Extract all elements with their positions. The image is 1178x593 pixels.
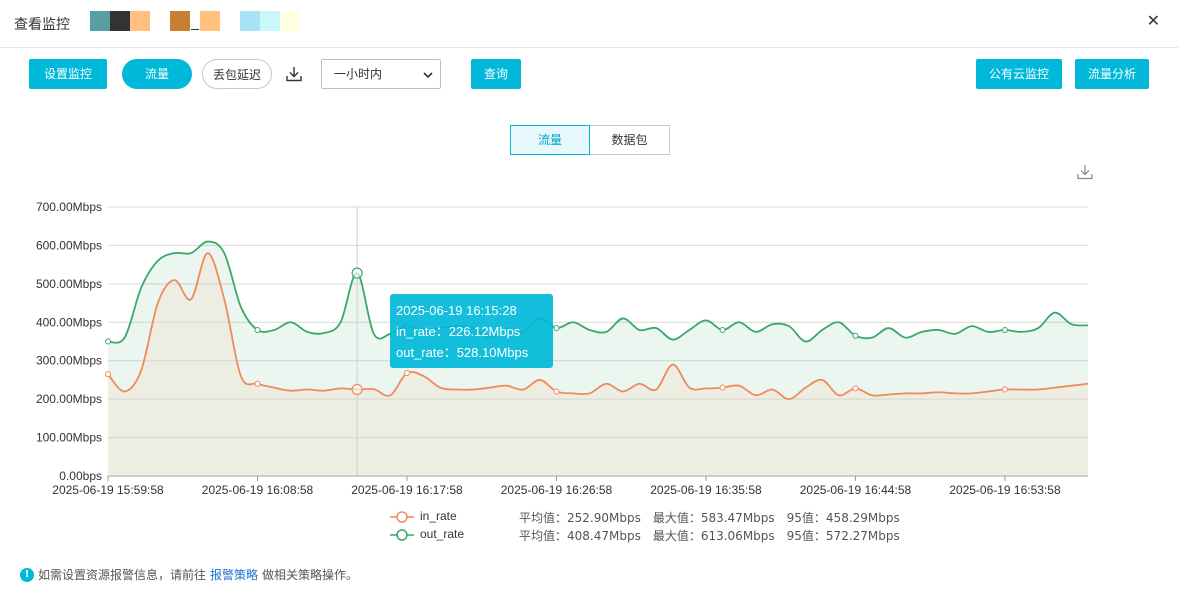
- x-tick-label: 2025-06-19 16:44:58: [800, 483, 912, 497]
- y-tick-label: 200.00Mbps: [36, 392, 102, 406]
- x-tick-label: 2025-06-19 16:35:58: [650, 483, 762, 497]
- x-tick-label: 2025-06-19 15:59:58: [52, 483, 164, 497]
- in_rate-hover-point: [351, 383, 363, 396]
- in_rate-point: [852, 385, 859, 392]
- in_rate-point: [553, 388, 560, 395]
- header: 查看监控 ✕: [0, 0, 1178, 48]
- chart-download-icon[interactable]: [1076, 163, 1094, 181]
- color-swatch: [260, 11, 280, 31]
- footer-prefix: 如需设置资源报警信息，请前往: [38, 568, 207, 582]
- page-title: 查看监控: [14, 17, 70, 33]
- in_rate-point: [1001, 386, 1008, 393]
- legend-out-rate-stats: 平均值：408.47Mbps 最大值：613.06Mbps 95值：572.27…: [519, 529, 900, 543]
- time-range-value: 一小时内: [334, 67, 383, 81]
- y-tick-label: 600.00Mbps: [36, 238, 102, 252]
- out_rate-point: [852, 332, 859, 339]
- out_rate-point: [105, 338, 111, 345]
- footer-note: ! 如需设置资源报警信息，请前往 报警策略 做相关策略操作。: [20, 566, 358, 583]
- color-swatch: [150, 11, 170, 31]
- chart-tooltip: 2025-06-19 16:15:28 in_rate：226.12Mbps o…: [390, 294, 553, 368]
- out_rate-point: [254, 326, 261, 333]
- alarm-policy-link[interactable]: 报警策略: [210, 566, 258, 583]
- in_rate-point: [403, 370, 410, 377]
- traffic-chart: 0.00bps 100.00Mbps 200.00Mbps 300.00Mbps 400…: [36, 200, 1089, 497]
- info-icon: !: [20, 567, 34, 582]
- toolbar: 设置监控 流量 丢包延迟 一小时内 查询 公有云监控 流量分析: [0, 59, 1178, 89]
- in_rate-point: [719, 384, 726, 391]
- time-range-select[interactable]: 一小时内: [321, 59, 441, 89]
- tooltip-in-rate: in_rate：226.12Mbps: [396, 324, 521, 339]
- legend-item-in-rate[interactable]: in_rate 平均值：252.90Mbps 最大值：583.47Mbps 95…: [390, 509, 910, 525]
- out_rate-point: [553, 325, 560, 332]
- x-tick-label: 2025-06-19 16:26:58: [501, 483, 613, 497]
- legend-out-rate-marker: [390, 529, 414, 541]
- legend-out-rate-label: out_rate: [420, 527, 465, 541]
- in_rate-point: [105, 371, 111, 378]
- out_rate-line: [107, 240, 1089, 344]
- tooltip-out-rate: out_rate：528.10Mbps: [396, 345, 529, 360]
- color-swatch: [110, 11, 130, 31]
- footer-suffix: 做相关策略操作。: [262, 568, 359, 582]
- legend-in-rate-label: in_rate: [420, 509, 457, 523]
- traffic-analysis-button[interactable]: 流量分析: [1075, 59, 1149, 89]
- tab-traffic[interactable]: 流量: [510, 125, 590, 155]
- in_rate-point: [254, 380, 261, 387]
- color-swatch: [280, 11, 300, 31]
- y-tick-label: 100.00Mbps: [36, 431, 102, 445]
- color-swatches: [90, 11, 300, 31]
- tab-packets[interactable]: 数据包: [590, 125, 670, 155]
- color-swatch: [190, 11, 200, 31]
- y-tick-label: 500.00Mbps: [36, 277, 102, 291]
- tooltip-time: 2025-06-19 16:15:28: [396, 303, 517, 318]
- packet-loss-tab-button[interactable]: 丢包延迟: [202, 59, 272, 89]
- x-tick-label: 2025-06-19 16:08:58: [202, 483, 314, 497]
- public-cloud-monitor-button[interactable]: 公有云监控: [976, 59, 1062, 89]
- set-monitor-button[interactable]: 设置监控: [29, 59, 107, 89]
- color-swatch: [170, 11, 190, 31]
- y-tick-label: 700.00Mbps: [36, 200, 102, 214]
- close-icon[interactable]: ✕: [1147, 11, 1160, 30]
- color-swatch: [220, 11, 240, 31]
- chevron-down-icon: [423, 72, 433, 79]
- download-icon[interactable]: [285, 65, 303, 83]
- out_rate-point: [719, 326, 726, 333]
- legend-item-out-rate[interactable]: out_rate 平均值：408.47Mbps 最大值：613.06Mbps 9…: [390, 527, 910, 543]
- out_rate-hover-point: [351, 267, 363, 279]
- color-swatch: [90, 11, 110, 31]
- x-tick-label: 2025-06-19 16:17:58: [351, 483, 463, 497]
- y-tick-label: 0.00bps: [59, 469, 102, 483]
- y-tick-label: 300.00Mbps: [36, 354, 102, 368]
- traffic-tab-button[interactable]: 流量: [122, 59, 192, 89]
- color-swatch: [130, 11, 150, 31]
- chart-legend: in_rate 平均值：252.90Mbps 最大值：583.47Mbps 95…: [390, 509, 910, 545]
- out_rate-point: [1001, 326, 1008, 333]
- y-tick-label: 400.00Mbps: [36, 315, 102, 329]
- color-swatch: [200, 11, 220, 31]
- color-swatch: [240, 11, 260, 31]
- x-tick-label: 2025-06-19 16:53:58: [949, 483, 1061, 497]
- metric-segmented-control: 流量 数据包: [510, 125, 670, 155]
- legend-in-rate-marker: [390, 511, 414, 523]
- legend-in-rate-stats: 平均值：252.90Mbps 最大值：583.47Mbps 95值：458.29…: [519, 511, 900, 525]
- query-button[interactable]: 查询: [471, 59, 521, 89]
